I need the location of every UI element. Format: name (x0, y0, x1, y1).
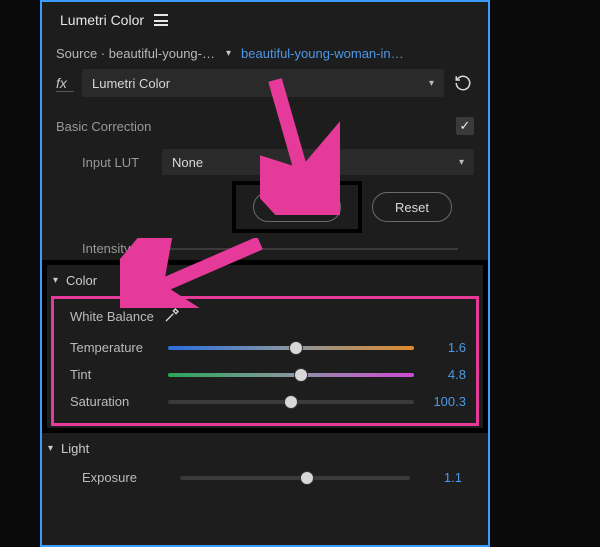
reset-effect-icon[interactable] (452, 72, 474, 94)
saturation-slider[interactable] (168, 400, 414, 404)
intensity-label: Intensity (82, 241, 152, 256)
disclosure-down-icon: ▾ (53, 275, 58, 286)
param-value[interactable]: 1.6 (422, 340, 466, 355)
param-value[interactable]: 100.3 (422, 394, 466, 409)
clip-link[interactable]: beautiful-young-woman-in… (241, 46, 474, 61)
input-lut-label: Input LUT (82, 155, 152, 170)
light-section-header[interactable]: ▾ Light (42, 433, 488, 464)
reset-button[interactable]: Reset (372, 192, 452, 222)
panel-title: Lumetri Color (60, 12, 144, 28)
basic-correction-label: Basic Correction (56, 119, 456, 134)
param-row-temperature: Temperature 1.6 (70, 334, 466, 361)
param-label: Exposure (82, 470, 172, 485)
param-label: Temperature (70, 340, 160, 355)
white-balance-label: White Balance (70, 309, 154, 324)
color-section-header[interactable]: ▾ Color (47, 265, 483, 296)
basic-correction-header: Basic Correction ✓ (42, 107, 488, 143)
panel-menu-icon[interactable] (154, 14, 168, 26)
tutorial-highlight-wb: White Balance Temperature 1.6 Tint 4.8 Satur… (51, 296, 479, 426)
param-label: Saturation (70, 394, 160, 409)
temperature-slider[interactable] (168, 346, 414, 350)
source-row: Source · beautiful-young-w… ▾ beautiful-… (42, 34, 488, 65)
effect-name: Lumetri Color (92, 76, 170, 91)
effect-row: fx Lumetri Color ▾ (42, 65, 488, 107)
param-label: Tint (70, 367, 160, 382)
panel-header: Lumetri Color (42, 2, 488, 34)
param-value[interactable]: 1.1 (418, 470, 462, 485)
color-section-label: Color (66, 273, 97, 288)
auto-button[interactable]: ✦ Auto (253, 192, 342, 222)
param-row-tint: Tint 4.8 (70, 361, 466, 388)
param-value[interactable]: 4.8 (422, 367, 466, 382)
slider-thumb[interactable] (294, 368, 308, 382)
lumetri-color-panel: Lumetri Color Source · beautiful-young-w… (40, 0, 490, 547)
effect-select[interactable]: Lumetri Color ▾ (82, 69, 444, 97)
auto-button-label: Auto (292, 200, 319, 215)
auto-reset-area: ✦ Auto Reset (42, 181, 488, 241)
param-row-saturation: Saturation 100.3 (70, 388, 466, 415)
tint-slider[interactable] (168, 373, 414, 377)
intensity-slider[interactable] (160, 248, 458, 250)
light-section-label: Light (61, 441, 89, 456)
source-label: Source · beautiful-young-w… (56, 46, 216, 61)
reset-button-label: Reset (395, 200, 429, 215)
eyedropper-icon[interactable] (164, 307, 180, 326)
exposure-slider[interactable] (180, 476, 410, 480)
tutorial-highlight-auto: ✦ Auto (232, 181, 362, 233)
white-balance-row: White Balance (70, 305, 466, 334)
tutorial-highlight-color: ▾ Color White Balance Temperature 1.6 Tint… (42, 260, 488, 433)
disclosure-down-icon: ▾ (48, 443, 53, 454)
chevron-down-icon[interactable]: ▾ (222, 48, 235, 59)
basic-correction-toggle[interactable]: ✓ (456, 117, 474, 135)
magic-wand-icon: ✦ (276, 200, 286, 214)
input-lut-select[interactable]: None ▾ (162, 149, 474, 175)
input-lut-row: Input LUT None ▾ (42, 143, 488, 181)
chevron-down-icon: ▾ (429, 78, 434, 89)
slider-thumb[interactable] (289, 341, 303, 355)
input-lut-value: None (172, 155, 203, 170)
chevron-down-icon: ▾ (459, 157, 464, 168)
intensity-row: Intensity (42, 241, 488, 260)
slider-thumb[interactable] (300, 471, 314, 485)
fx-badge[interactable]: fx (56, 75, 74, 92)
param-row-exposure: Exposure 1.1 (42, 464, 488, 491)
slider-thumb[interactable] (284, 395, 298, 409)
